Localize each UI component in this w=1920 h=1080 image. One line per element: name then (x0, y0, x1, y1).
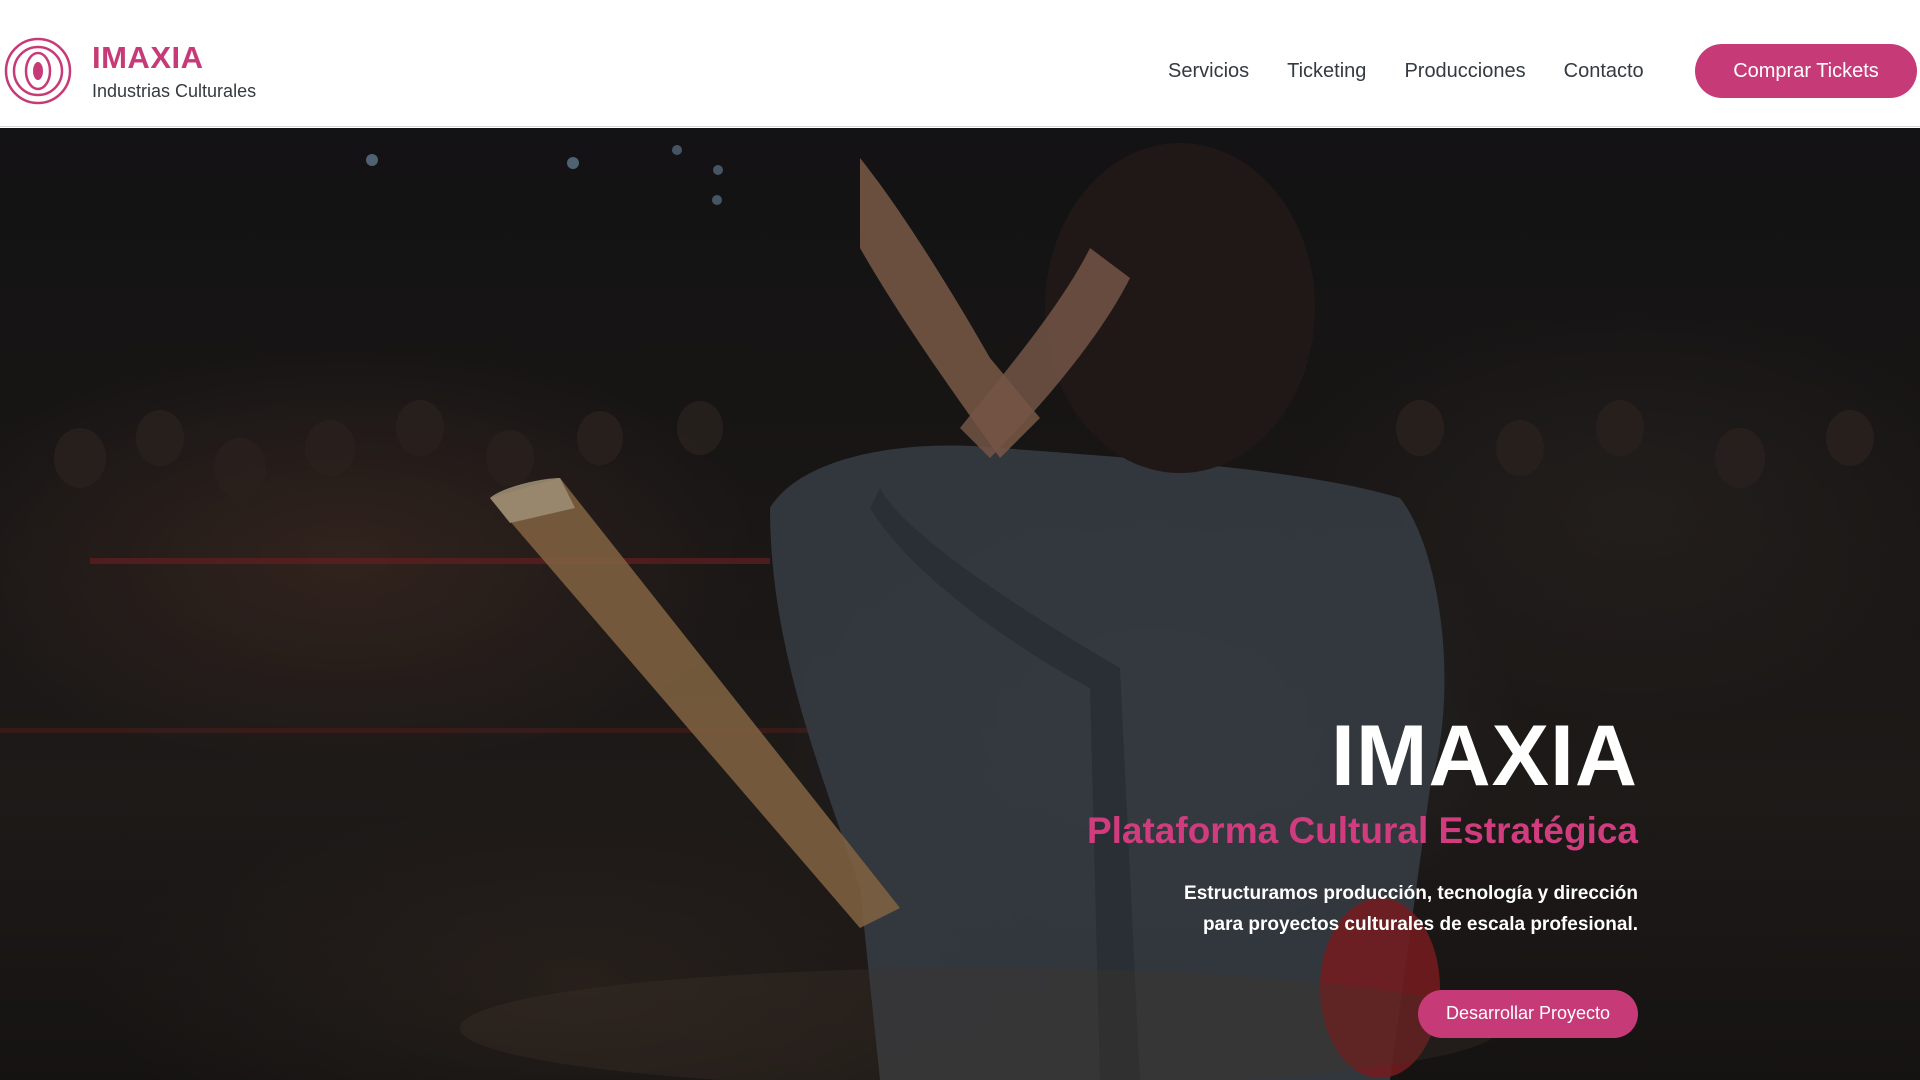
hero-subtitle: Plataforma Cultural Estratégica (1086, 810, 1638, 851)
hero-content: IMAXIA Plataforma Cultural Estratégica E… (738, 713, 1638, 1038)
hero-section: IMAXIA Plataforma Cultural Estratégica E… (0, 128, 1920, 1080)
nav-link-producciones[interactable]: Producciones (1404, 58, 1525, 84)
brand-name: IMAXIA (92, 40, 204, 75)
hero-description-line: Estructuramos producción, tecnología y d… (1184, 882, 1638, 904)
site-header: IMAXIA Industrias Culturales Servicios T… (0, 0, 1920, 127)
nav-link-servicios[interactable]: Servicios (1168, 58, 1249, 84)
concentric-circle-logo-icon (4, 37, 72, 105)
buy-tickets-button[interactable]: Comprar Tickets (1695, 44, 1917, 98)
brand-text: IMAXIA Industrias Culturales (92, 42, 256, 100)
brand-logo-link[interactable]: IMAXIA Industrias Culturales (4, 36, 256, 106)
develop-project-button[interactable]: Desarrollar Proyecto (1418, 989, 1638, 1038)
nav-link-contacto[interactable]: Contacto (1564, 58, 1644, 84)
hero-title: IMAXIA (1331, 708, 1638, 804)
nav-link-ticketing[interactable]: Ticketing (1287, 58, 1366, 84)
hero-description-line: para proyectos culturales de escala prof… (1202, 913, 1638, 935)
main-nav: Servicios Ticketing Producciones Contact… (1168, 58, 1644, 84)
hero-description: Estructuramos producción, tecnología y d… (738, 878, 1638, 940)
brand-tagline: Industrias Culturales (92, 81, 257, 101)
